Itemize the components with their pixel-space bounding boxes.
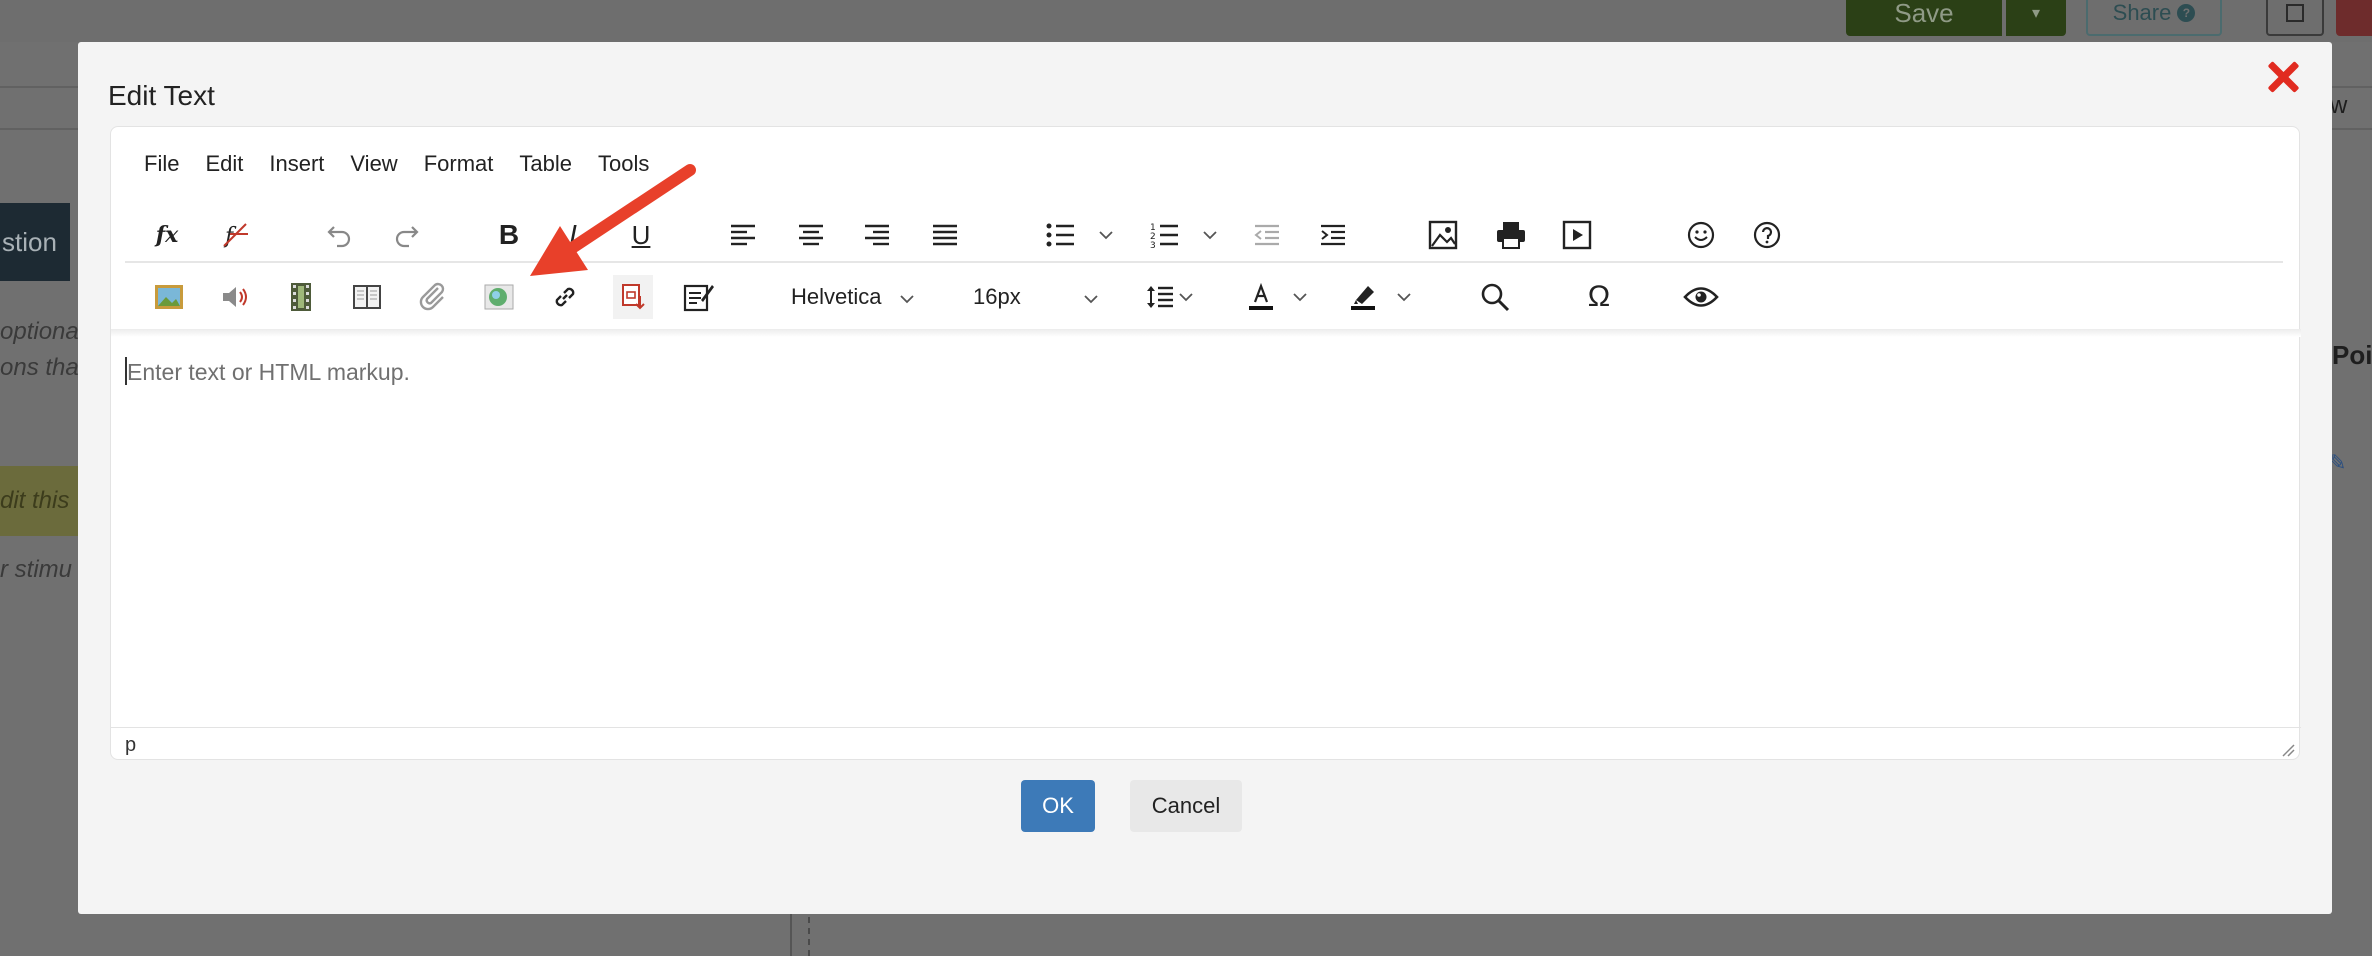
- background-share-button: Share ?: [2086, 0, 2222, 36]
- menu-view[interactable]: View: [337, 151, 410, 177]
- menu-table[interactable]: Table: [506, 151, 585, 177]
- video-icon[interactable]: [281, 275, 321, 319]
- attachment-icon[interactable]: [413, 275, 453, 319]
- chevron-down-icon: [1083, 284, 1099, 310]
- background-text: Poi: [2332, 340, 2372, 370]
- background-highlight-text: dit this: [0, 466, 80, 536]
- toolbar-row-1: fx f B I U 1 2 3: [111, 205, 2301, 265]
- image-gallery-icon[interactable]: [149, 275, 189, 319]
- resize-handle-icon[interactable]: [2281, 743, 2295, 757]
- bullet-list-icon[interactable]: [1041, 213, 1081, 257]
- menu-tools[interactable]: Tools: [585, 151, 662, 177]
- background-copy-button: [2266, 0, 2324, 36]
- redo-icon[interactable]: [387, 213, 427, 257]
- menu-insert[interactable]: Insert: [256, 151, 337, 177]
- line-height-icon[interactable]: [1143, 275, 1177, 319]
- background-text: r stimu: [0, 556, 72, 583]
- svg-text:3: 3: [1150, 241, 1156, 248]
- link-icon[interactable]: [545, 275, 585, 319]
- outdent-icon[interactable]: [1247, 213, 1287, 257]
- indent-icon[interactable]: [1313, 213, 1353, 257]
- editor-placeholder: Enter text or HTML markup.: [127, 359, 410, 385]
- background-red-button: [2336, 0, 2372, 36]
- align-left-icon[interactable]: [723, 213, 763, 257]
- remove-formatting-icon[interactable]: f: [215, 213, 255, 257]
- toolbar-divider: [125, 261, 2283, 263]
- menu-file[interactable]: File: [131, 151, 192, 177]
- search-icon[interactable]: [1475, 275, 1515, 319]
- underline-icon[interactable]: U: [623, 213, 659, 257]
- align-center-icon[interactable]: [791, 213, 831, 257]
- media-icon[interactable]: [1557, 213, 1597, 257]
- font-family-value: Helvetica: [791, 284, 882, 309]
- toolbar-row-2: Helvetica 16px Ω: [111, 267, 2301, 327]
- help-icon[interactable]: [1747, 213, 1787, 257]
- copy-icon: [2286, 4, 2304, 22]
- bullet-list-dropdown[interactable]: [1095, 213, 1117, 257]
- line-height-dropdown[interactable]: [1175, 275, 1197, 319]
- pdf-icon[interactable]: [613, 275, 653, 319]
- numbered-list-dropdown[interactable]: [1199, 213, 1221, 257]
- editor-statusbar: p: [111, 727, 2301, 761]
- bold-icon[interactable]: B: [491, 213, 527, 257]
- menu-format[interactable]: Format: [411, 151, 507, 177]
- element-path[interactable]: p: [125, 734, 136, 757]
- editor-content-area[interactable]: Enter text or HTML markup.: [111, 339, 2301, 727]
- web-resource-icon[interactable]: [479, 275, 519, 319]
- ok-button[interactable]: OK: [1021, 780, 1095, 832]
- background-share-label: Share: [2112, 0, 2172, 25]
- close-icon[interactable]: [2258, 52, 2308, 102]
- emoticons-icon[interactable]: [1681, 213, 1721, 257]
- special-char-icon[interactable]: Ω: [1579, 275, 1619, 319]
- edit-text-dialog: Edit Text File Edit Insert View Format T…: [78, 42, 2332, 914]
- background-text: w: [2330, 92, 2348, 119]
- font-size-value: 16px: [973, 284, 1021, 309]
- align-right-icon[interactable]: [857, 213, 897, 257]
- chevron-down-icon: [899, 284, 915, 310]
- print-icon[interactable]: [1491, 213, 1531, 257]
- background-save-caret: ▾: [2006, 0, 2066, 36]
- editor-menubar: File Edit Insert View Format Table Tools: [131, 151, 662, 177]
- font-size-select[interactable]: 16px: [973, 275, 1099, 319]
- audio-icon[interactable]: [215, 275, 255, 319]
- formula-icon[interactable]: fx: [149, 213, 185, 257]
- background-text: ons tha: [0, 354, 79, 381]
- numbered-list-icon[interactable]: 123: [1145, 213, 1185, 257]
- italic-icon[interactable]: I: [555, 213, 591, 257]
- toolbar-shadow: [111, 329, 2301, 337]
- preview-icon[interactable]: [1679, 275, 1723, 319]
- text-color-icon[interactable]: [1241, 275, 1281, 319]
- highlight-dropdown[interactable]: [1393, 275, 1415, 319]
- cancel-button[interactable]: Cancel: [1130, 780, 1242, 832]
- book-icon[interactable]: [347, 275, 387, 319]
- form-icon[interactable]: [679, 275, 719, 319]
- justify-icon[interactable]: [925, 213, 965, 257]
- background-text: optiona: [0, 318, 79, 345]
- rich-text-editor: File Edit Insert View Format Table Tools…: [110, 126, 2301, 761]
- dialog-title: Edit Text: [108, 80, 215, 111]
- font-family-select[interactable]: Helvetica: [791, 275, 915, 319]
- insert-image-icon[interactable]: [1423, 213, 1463, 257]
- highlight-icon[interactable]: [1343, 275, 1383, 319]
- background-save-button: Save: [1846, 0, 2002, 36]
- help-icon: ?: [2177, 4, 2196, 22]
- text-color-dropdown[interactable]: [1289, 275, 1311, 319]
- menu-edit[interactable]: Edit: [192, 151, 256, 177]
- undo-icon[interactable]: [319, 213, 359, 257]
- background-tab: stion: [0, 203, 70, 281]
